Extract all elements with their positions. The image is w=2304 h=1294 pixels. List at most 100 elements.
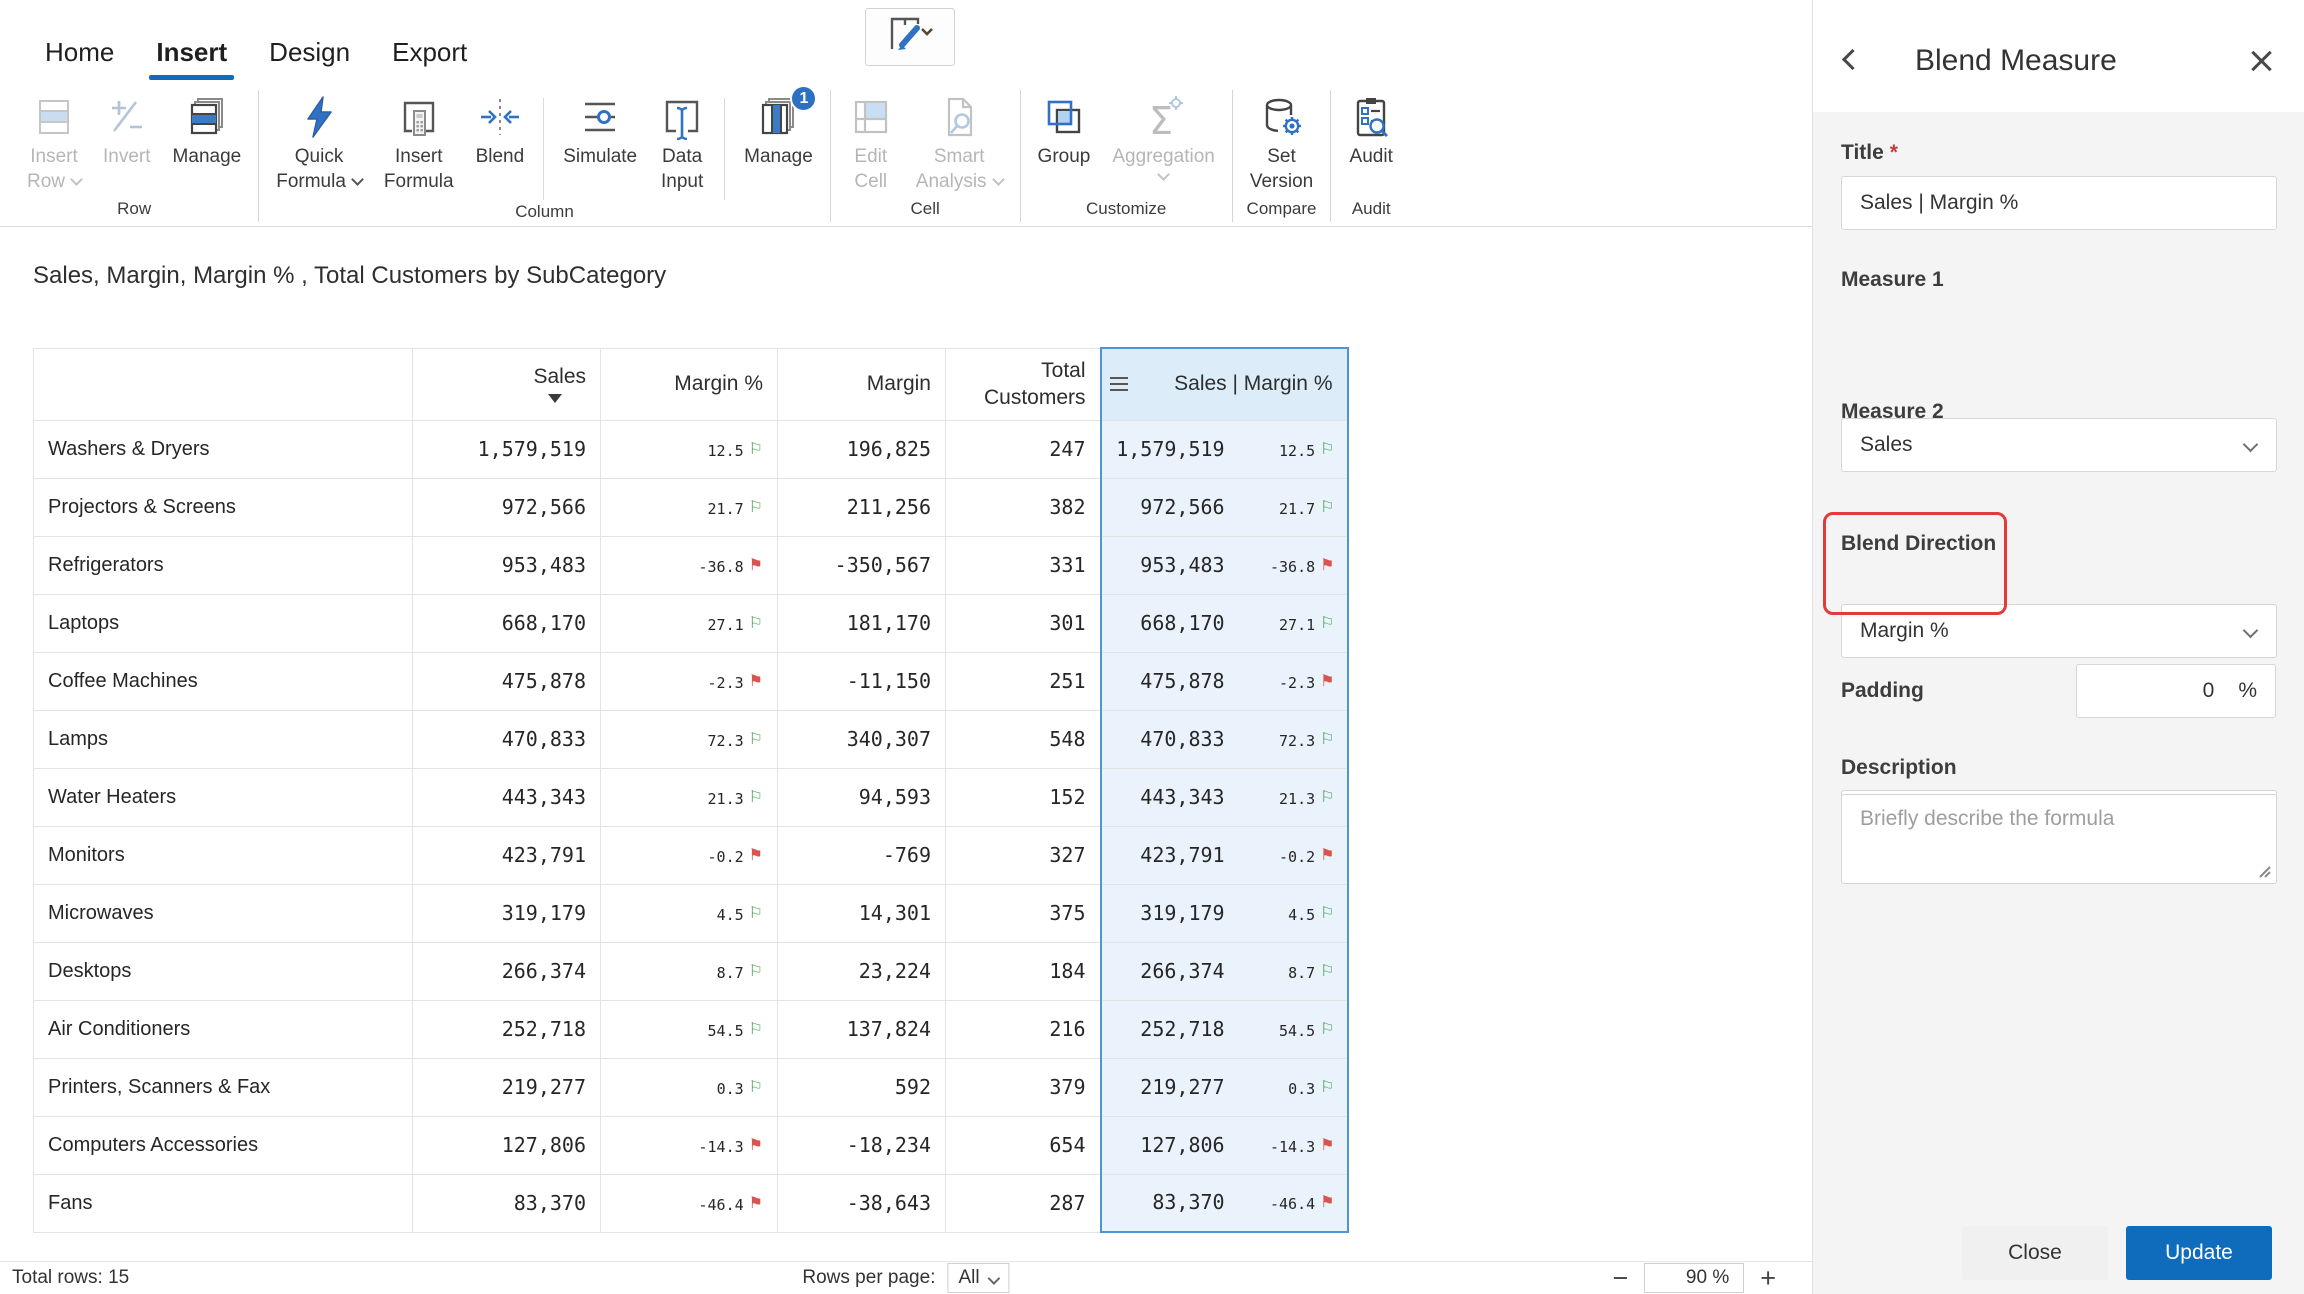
cell-blend[interactable]: 266,3748.7⚐ bbox=[1101, 942, 1348, 1000]
cell-subcategory[interactable]: Computers Accessories bbox=[34, 1116, 413, 1174]
column-header-margin-pct[interactable]: Margin % bbox=[601, 348, 778, 420]
cell-margin[interactable]: 592 bbox=[778, 1058, 946, 1116]
cell-sales[interactable]: 668,170 bbox=[413, 594, 601, 652]
cell-margin-pct[interactable]: -2.3⚑ bbox=[601, 652, 778, 710]
ribbon-button-blend[interactable]: Blend bbox=[465, 90, 536, 194]
cell-margin[interactable]: 340,307 bbox=[778, 710, 946, 768]
cell-margin-pct[interactable]: 4.5⚐ bbox=[601, 884, 778, 942]
cell-margin[interactable]: -18,234 bbox=[778, 1116, 946, 1174]
cell-blend[interactable]: 668,17027.1⚐ bbox=[1101, 594, 1348, 652]
ribbon-button-insert-formula[interactable]: InsertFormula bbox=[373, 90, 465, 194]
zoom-out-button[interactable]: − bbox=[1612, 1265, 1628, 1292]
cell-margin-pct[interactable]: 72.3⚐ bbox=[601, 710, 778, 768]
cell-sales[interactable]: 1,579,519 bbox=[413, 420, 601, 478]
ribbon-button-group[interactable]: Group bbox=[1027, 90, 1102, 179]
cell-margin-pct[interactable]: 12.5⚐ bbox=[601, 420, 778, 478]
cell-margin-pct[interactable]: -36.8⚑ bbox=[601, 536, 778, 594]
cell-sales[interactable]: 475,878 bbox=[413, 652, 601, 710]
cell-margin-pct[interactable]: -0.2⚑ bbox=[601, 826, 778, 884]
cell-total-customers[interactable]: 184 bbox=[946, 942, 1101, 1000]
cell-subcategory[interactable]: Water Heaters bbox=[34, 768, 413, 826]
cell-margin-pct[interactable]: -14.3⚑ bbox=[601, 1116, 778, 1174]
tab-export[interactable]: Export bbox=[371, 37, 488, 88]
ribbon-button-manage[interactable]: Manage bbox=[162, 90, 253, 194]
column-header-sales[interactable]: Sales bbox=[413, 348, 601, 420]
cell-margin[interactable]: 23,224 bbox=[778, 942, 946, 1000]
tab-home[interactable]: Home bbox=[24, 37, 135, 88]
cell-sales[interactable]: 127,806 bbox=[413, 1116, 601, 1174]
cell-total-customers[interactable]: 287 bbox=[946, 1174, 1101, 1232]
ribbon-button-audit[interactable]: Audit bbox=[1337, 90, 1405, 169]
cell-total-customers[interactable]: 152 bbox=[946, 768, 1101, 826]
cell-margin[interactable]: 181,170 bbox=[778, 594, 946, 652]
cell-blend[interactable]: 83,370-46.4⚑ bbox=[1101, 1174, 1348, 1232]
ribbon-button-quick-formula[interactable]: QuickFormula bbox=[265, 90, 373, 194]
cell-margin[interactable]: 211,256 bbox=[778, 478, 946, 536]
cell-total-customers[interactable]: 379 bbox=[946, 1058, 1101, 1116]
cell-total-customers[interactable]: 327 bbox=[946, 826, 1101, 884]
cell-subcategory[interactable]: Refrigerators bbox=[34, 536, 413, 594]
cell-margin[interactable]: 196,825 bbox=[778, 420, 946, 478]
cell-sales[interactable]: 470,833 bbox=[413, 710, 601, 768]
cell-subcategory[interactable]: Fans bbox=[34, 1174, 413, 1232]
cell-total-customers[interactable]: 382 bbox=[946, 478, 1101, 536]
column-menu-icon[interactable] bbox=[1110, 377, 1128, 391]
cell-subcategory[interactable]: Washers & Dryers bbox=[34, 420, 413, 478]
ribbon-button-data-input[interactable]: DataInput bbox=[648, 90, 716, 194]
column-header-margin[interactable]: Margin bbox=[778, 348, 946, 420]
cell-margin[interactable]: -350,567 bbox=[778, 536, 946, 594]
cell-subcategory[interactable]: Microwaves bbox=[34, 884, 413, 942]
cell-margin-pct[interactable]: 21.7⚐ bbox=[601, 478, 778, 536]
cell-margin[interactable]: -38,643 bbox=[778, 1174, 946, 1232]
cell-sales[interactable]: 423,791 bbox=[413, 826, 601, 884]
update-button[interactable]: Update bbox=[2126, 1226, 2272, 1280]
ribbon-button-manage[interactable]: 1Manage bbox=[733, 90, 824, 169]
cell-blend[interactable]: 443,34321.3⚐ bbox=[1101, 768, 1348, 826]
cell-blend[interactable]: 219,2770.3⚐ bbox=[1101, 1058, 1348, 1116]
rows-per-page-dropdown[interactable]: All bbox=[947, 1263, 1009, 1293]
cell-blend[interactable]: 1,579,51912.5⚐ bbox=[1101, 420, 1348, 478]
column-header-total-customers[interactable]: Total Customers bbox=[946, 348, 1101, 420]
cell-total-customers[interactable]: 247 bbox=[946, 420, 1101, 478]
cell-sales[interactable]: 219,277 bbox=[413, 1058, 601, 1116]
cell-margin-pct[interactable]: 21.3⚐ bbox=[601, 768, 778, 826]
cell-blend[interactable]: 319,1794.5⚐ bbox=[1101, 884, 1348, 942]
cell-sales[interactable]: 319,179 bbox=[413, 884, 601, 942]
cell-subcategory[interactable]: Coffee Machines bbox=[34, 652, 413, 710]
cell-sales[interactable]: 266,374 bbox=[413, 942, 601, 1000]
cell-margin[interactable]: 14,301 bbox=[778, 884, 946, 942]
cell-sales[interactable]: 252,718 bbox=[413, 1000, 601, 1058]
cell-total-customers[interactable]: 301 bbox=[946, 594, 1101, 652]
cell-blend[interactable]: 252,71854.5⚐ bbox=[1101, 1000, 1348, 1058]
cell-margin-pct[interactable]: -46.4⚑ bbox=[601, 1174, 778, 1232]
cell-sales[interactable]: 972,566 bbox=[413, 478, 601, 536]
tab-design[interactable]: Design bbox=[248, 37, 371, 88]
zoom-in-button[interactable]: + bbox=[1760, 1265, 1776, 1292]
cell-margin-pct[interactable]: 27.1⚐ bbox=[601, 594, 778, 652]
cell-blend[interactable]: 127,806-14.3⚑ bbox=[1101, 1116, 1348, 1174]
cell-margin[interactable]: 94,593 bbox=[778, 768, 946, 826]
title-input[interactable]: Sales | Margin % bbox=[1841, 176, 2277, 230]
description-textarea[interactable]: Briefly describe the formula bbox=[1841, 794, 2277, 884]
zoom-level-field[interactable]: 90 % bbox=[1644, 1263, 1744, 1293]
cell-subcategory[interactable]: Printers, Scanners & Fax bbox=[34, 1058, 413, 1116]
cell-subcategory[interactable]: Monitors bbox=[34, 826, 413, 884]
column-header-blend[interactable]: Sales | Margin % bbox=[1101, 348, 1348, 420]
back-icon[interactable] bbox=[1842, 49, 1863, 70]
cell-margin[interactable]: -769 bbox=[778, 826, 946, 884]
cell-total-customers[interactable]: 251 bbox=[946, 652, 1101, 710]
edit-mode-button[interactable] bbox=[865, 8, 955, 66]
padding-input[interactable]: 0 % bbox=[2076, 664, 2276, 718]
cell-margin[interactable]: 137,824 bbox=[778, 1000, 946, 1058]
cell-margin-pct[interactable]: 54.5⚐ bbox=[601, 1000, 778, 1058]
tab-insert[interactable]: Insert bbox=[135, 37, 248, 88]
cell-blend[interactable]: 470,83372.3⚐ bbox=[1101, 710, 1348, 768]
cell-total-customers[interactable]: 654 bbox=[946, 1116, 1101, 1174]
cell-subcategory[interactable]: Desktops bbox=[34, 942, 413, 1000]
resize-handle-icon[interactable] bbox=[2256, 863, 2272, 879]
cell-margin[interactable]: -11,150 bbox=[778, 652, 946, 710]
cell-subcategory[interactable]: Projectors & Screens bbox=[34, 478, 413, 536]
cell-margin-pct[interactable]: 8.7⚐ bbox=[601, 942, 778, 1000]
cell-sales[interactable]: 83,370 bbox=[413, 1174, 601, 1232]
cell-blend[interactable]: 423,791-0.2⚑ bbox=[1101, 826, 1348, 884]
